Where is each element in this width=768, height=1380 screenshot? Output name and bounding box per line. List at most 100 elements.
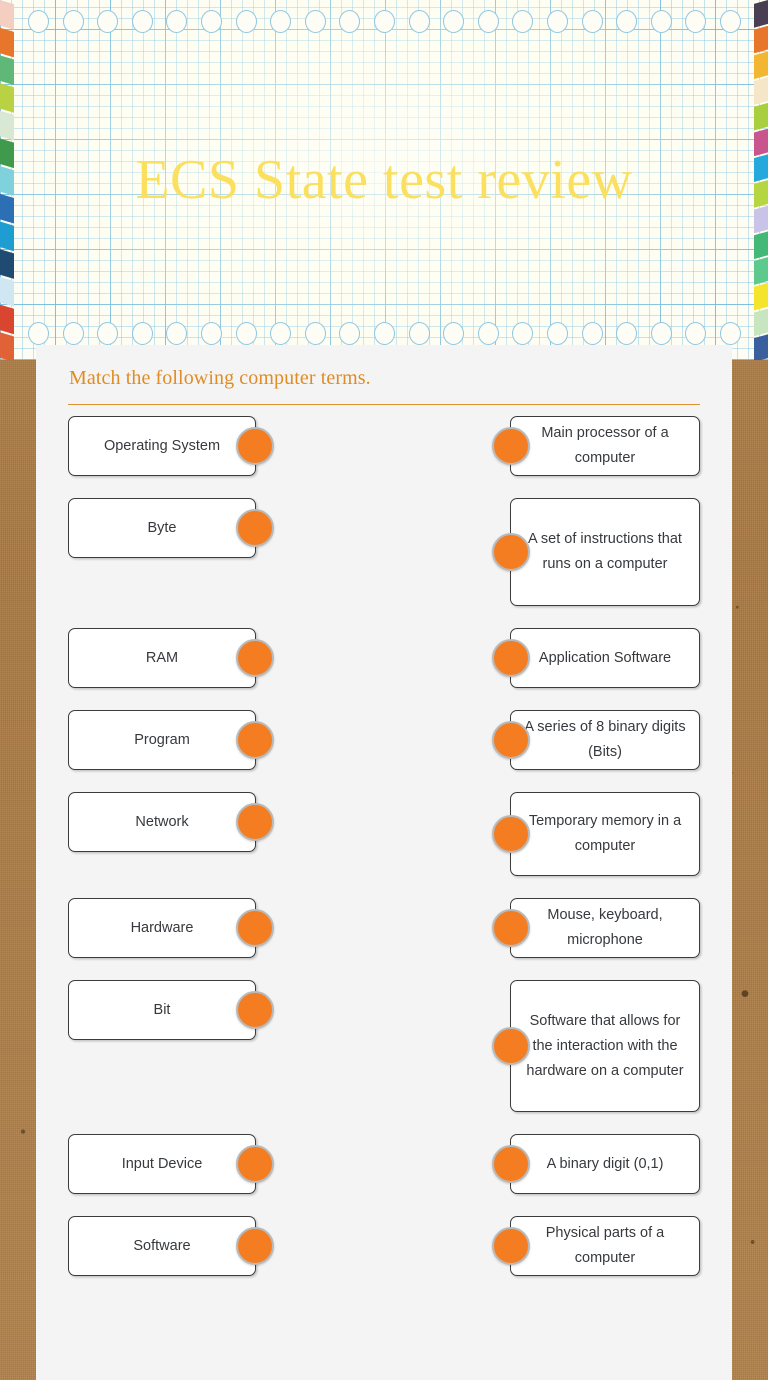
definition-label: A set of instructions that runs on a com…	[528, 531, 682, 572]
color-chevron	[0, 0, 14, 30]
term-connector-knob[interactable]	[236, 803, 274, 841]
term-card[interactable]: Hardware	[68, 898, 274, 958]
definition-connector-knob[interactable]	[492, 1145, 530, 1183]
color-chevron	[0, 110, 14, 141]
definition-connector-knob[interactable]	[492, 909, 530, 947]
definition-card[interactable]: Temporary memory in a computer	[492, 792, 700, 876]
worksheet-page: ECS State test review Match the followin…	[0, 0, 768, 1380]
term-card[interactable]: Network	[68, 792, 274, 852]
term-label: Program	[134, 731, 190, 748]
term-connector-knob[interactable]	[236, 427, 274, 465]
match-row: Byte A set of instructions that runs on a…	[68, 498, 700, 606]
color-chevron	[0, 55, 14, 86]
term-card[interactable]: Software	[68, 1216, 274, 1276]
punch-hole	[547, 322, 568, 345]
term-label: RAM	[145, 649, 179, 666]
definition-connector-knob[interactable]	[492, 815, 530, 853]
definition-label: Application Software	[538, 649, 672, 666]
match-row: Input Device A binary digit (0,1)	[68, 1134, 700, 1194]
definition-label: Physical parts of a computer	[545, 1225, 665, 1266]
term-connector-knob[interactable]	[236, 721, 274, 759]
color-chevron	[0, 83, 14, 113]
punch-hole	[685, 322, 707, 345]
definition-card[interactable]: Mouse, keyboard, microphone	[492, 898, 700, 958]
term-card[interactable]: Input Device	[68, 1134, 274, 1194]
color-chevron	[0, 276, 14, 307]
punch-hole	[477, 10, 499, 33]
definition-connector-knob[interactable]	[492, 639, 530, 677]
term-card[interactable]: Program	[68, 710, 274, 770]
punch-hole	[650, 322, 672, 345]
punch-hole	[28, 322, 49, 345]
color-chevron	[0, 221, 14, 252]
punch-hole	[547, 10, 568, 33]
color-chevron	[0, 332, 14, 360]
punch-hole	[685, 10, 707, 33]
definition-connector-knob[interactable]	[492, 721, 530, 759]
match-row: Network Temporary memory in a computer	[68, 792, 700, 876]
term-card[interactable]: Bit	[68, 980, 274, 1040]
term-connector-knob[interactable]	[236, 639, 274, 677]
match-row: Bit Software that allows for the interact…	[68, 980, 700, 1112]
color-chevron	[0, 27, 14, 58]
punch-hole	[166, 10, 188, 33]
definition-label: Temporary memory in a computer	[528, 813, 682, 854]
matching-exercise: Operating System Main processor of a comp…	[68, 416, 700, 1276]
definition-label: A binary digit (0,1)	[546, 1155, 664, 1172]
punch-hole	[720, 322, 741, 345]
punch-holes-top	[0, 10, 768, 36]
punch-hole	[339, 10, 361, 33]
punch-hole	[339, 322, 361, 345]
punch-hole	[62, 10, 84, 33]
definition-card[interactable]: Main processor of a computer	[492, 416, 700, 476]
punch-hole	[443, 10, 465, 33]
punch-hole	[97, 10, 119, 33]
punch-hole	[235, 10, 257, 33]
color-chevron	[0, 249, 14, 279]
term-label: Software	[133, 1237, 191, 1254]
term-card[interactable]: Byte	[68, 498, 274, 558]
definition-label: Software that allows for the interaction…	[526, 1012, 684, 1079]
color-chevron	[754, 308, 768, 337]
definition-connector-knob[interactable]	[492, 533, 530, 571]
worksheet-panel: Match the following computer terms. Oper…	[36, 345, 732, 1380]
color-chevron	[754, 231, 768, 260]
punch-hole	[408, 10, 430, 33]
definition-connector-knob[interactable]	[492, 1227, 530, 1265]
definition-card[interactable]: Software that allows for the interaction…	[492, 980, 700, 1112]
color-chevron	[754, 282, 768, 311]
color-chevron	[0, 304, 14, 335]
definition-connector-knob[interactable]	[492, 1027, 530, 1065]
definition-card[interactable]: A binary digit (0,1)	[492, 1134, 700, 1194]
punch-hole	[408, 322, 430, 345]
definition-card[interactable]: A series of 8 binary digits (Bits)	[492, 710, 700, 770]
punch-hole	[720, 10, 741, 33]
punch-hole	[235, 322, 257, 345]
match-row: Hardware Mouse, keyboard, microphone	[68, 898, 700, 958]
term-connector-knob[interactable]	[236, 909, 274, 947]
term-card[interactable]: RAM	[68, 628, 274, 688]
punch-hole	[512, 322, 534, 345]
definition-connector-knob[interactable]	[492, 427, 530, 465]
term-connector-knob[interactable]	[236, 1227, 274, 1265]
term-connector-knob[interactable]	[236, 1145, 274, 1183]
punch-hole	[166, 322, 188, 345]
term-label: Network	[135, 813, 189, 830]
definition-card[interactable]: A set of instructions that runs on a com…	[492, 498, 700, 606]
definition-card[interactable]: Application Software	[492, 628, 700, 688]
punch-hole	[270, 322, 292, 345]
match-row: RAM Application Software	[68, 628, 700, 688]
definition-card[interactable]: Physical parts of a computer	[492, 1216, 700, 1276]
color-chevron	[754, 102, 768, 131]
term-card[interactable]: Operating System	[68, 416, 274, 476]
punch-hole	[616, 10, 638, 33]
term-label: Byte	[147, 519, 177, 536]
color-chevron	[754, 0, 768, 28]
heading-divider	[68, 404, 700, 405]
punch-hole	[201, 10, 222, 33]
punch-hole	[131, 322, 153, 345]
term-connector-knob[interactable]	[236, 991, 274, 1029]
punch-hole	[28, 10, 49, 33]
term-label: Operating System	[103, 437, 221, 454]
term-connector-knob[interactable]	[236, 509, 274, 547]
